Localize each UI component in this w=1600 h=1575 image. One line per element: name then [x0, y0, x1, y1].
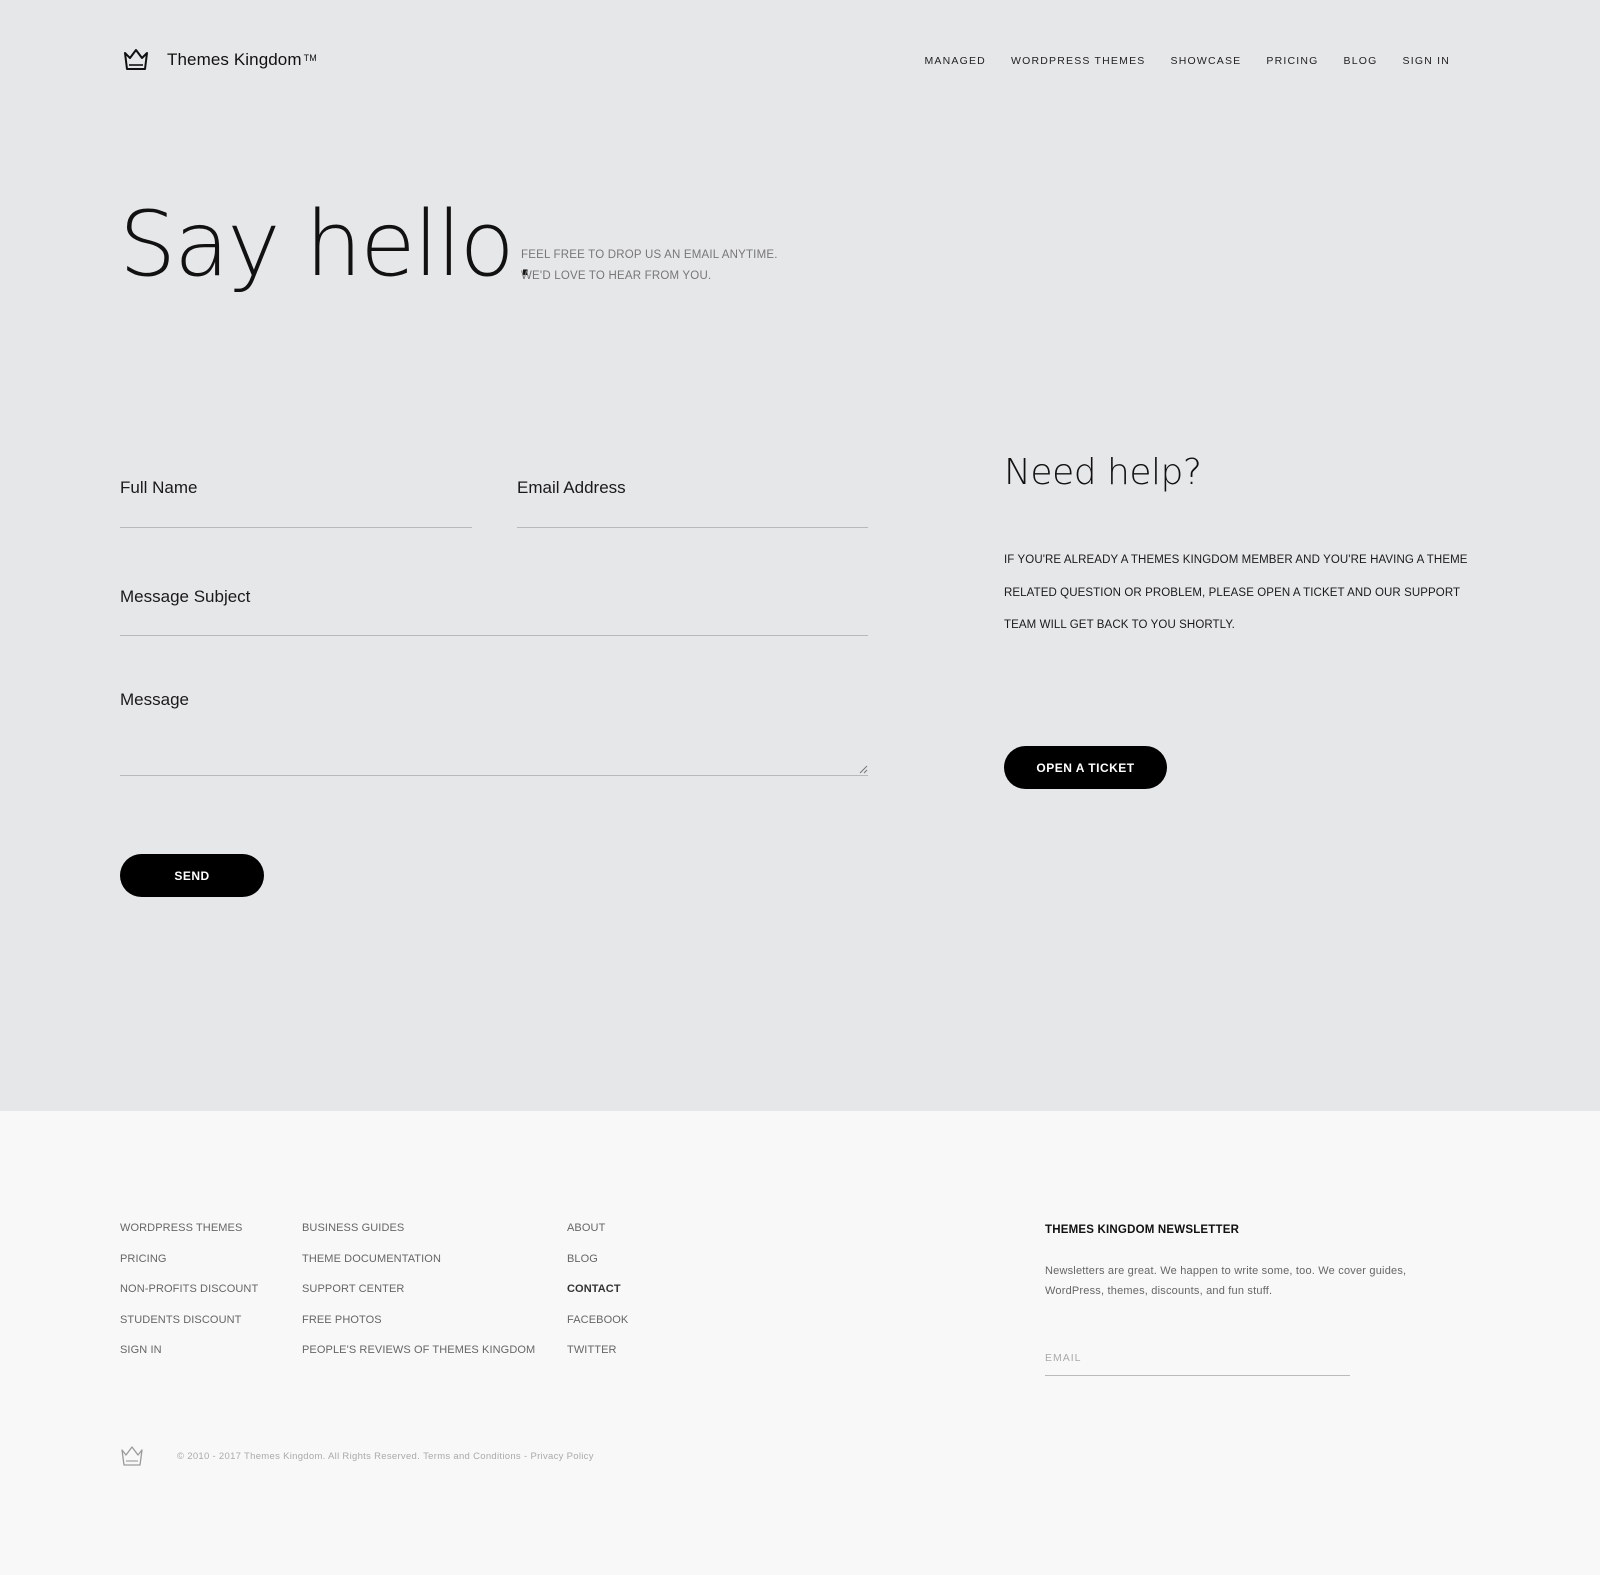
footer-link-about[interactable]: ABOUT — [567, 1222, 628, 1253]
footer-link-free-photos[interactable]: FREE PHOTOS — [302, 1314, 535, 1345]
email-label: Email Address — [517, 478, 626, 497]
newsletter-title: THEMES KINGDOM NEWSLETTER — [1045, 1224, 1240, 1236]
message-label: Message — [120, 690, 189, 709]
nav-managed[interactable]: MANAGED — [924, 55, 986, 67]
subject-label: Message Subject — [120, 587, 251, 606]
subject-field: Message Subject — [120, 587, 868, 636]
email-underline — [517, 527, 868, 528]
full-name-underline — [120, 527, 472, 528]
brand-logo-link[interactable]: Themes Kingdom TM — [120, 44, 317, 76]
footer-link-twitter[interactable]: TWITTER — [567, 1344, 628, 1375]
subject-underline — [120, 635, 868, 636]
copyright-text: © 2010 - 2017 Themes Kingdom. All Rights… — [177, 1451, 421, 1462]
full-name-label: Full Name — [120, 478, 198, 497]
footer-link-students-discount[interactable]: STUDENTS DISCOUNT — [120, 1314, 258, 1345]
intro-line-2: WE'D LOVE TO HEAR FROM YOU. — [521, 270, 712, 282]
footer-link-peoples-reviews[interactable]: PEOPLE'S REVIEWS OF THEMES KINGDOM — [302, 1344, 535, 1375]
newsletter-text: Newsletters are great. We happen to writ… — [1045, 1265, 1407, 1297]
message-textarea[interactable] — [120, 725, 868, 775]
privacy-link[interactable]: Privacy Policy — [530, 1451, 593, 1462]
help-text: IF YOU'RE ALREADY A THEMES KINGDOM MEMBE… — [1004, 554, 1468, 631]
email-input[interactable] — [517, 503, 868, 527]
footer-col-company: ABOUT BLOG CONTACT FACEBOOK TWITTER — [567, 1222, 628, 1375]
trademark-mark: TM — [303, 53, 317, 63]
footer-link-theme-documentation[interactable]: THEME DOCUMENTATION — [302, 1253, 535, 1284]
footer-link-business-guides[interactable]: BUSINESS GUIDES — [302, 1222, 535, 1253]
nav-sign-in[interactable]: SIGN IN — [1403, 55, 1451, 67]
nav-blog[interactable]: BLOG — [1344, 55, 1378, 67]
main-nav: MANAGED WORDPRESS THEMES SHOWCASE PRICIN… — [924, 55, 1450, 67]
crown-logo-icon — [124, 49, 148, 70]
footer-link-contact[interactable]: CONTACT — [567, 1283, 628, 1314]
footer-link-blog[interactable]: BLOG — [567, 1253, 628, 1284]
newsletter-email-input[interactable] — [1045, 1340, 1350, 1376]
nav-pricing[interactable]: PRICING — [1266, 55, 1318, 67]
footer-col-products: WORDPRESS THEMES PRICING NON-PROFITS DIS… — [120, 1222, 258, 1375]
link-separator: - — [523, 1451, 528, 1462]
footer-link-non-profits-discount[interactable]: NON-PROFITS DISCOUNT — [120, 1283, 258, 1314]
footer-col-resources: BUSINESS GUIDES THEME DOCUMENTATION SUPP… — [302, 1222, 535, 1375]
crown-footer-icon — [121, 1446, 143, 1466]
message-field: Message — [120, 690, 868, 776]
intro-text: FEEL FREE TO DROP US AN EMAIL ANYTIME. W… — [521, 245, 778, 287]
help-title: Need help? — [1004, 452, 1202, 493]
email-field: Email Address — [517, 478, 868, 528]
nav-wordpress-themes[interactable]: WORDPRESS THEMES — [1011, 55, 1146, 67]
full-name-input[interactable] — [120, 503, 472, 527]
nav-showcase[interactable]: SHOWCASE — [1171, 55, 1242, 67]
subject-input[interactable] — [120, 611, 868, 635]
footer-link-sign-in[interactable]: SIGN IN — [120, 1344, 258, 1375]
footer-link-support-center[interactable]: SUPPORT CENTER — [302, 1283, 535, 1314]
footer-link-pricing[interactable]: PRICING — [120, 1253, 258, 1284]
brand-name: Themes Kingdom TM — [167, 50, 317, 69]
full-name-field: Full Name — [120, 478, 472, 528]
footer-link-wordpress-themes[interactable]: WORDPRESS THEMES — [120, 1222, 258, 1253]
message-underline — [120, 775, 868, 776]
footer-link-facebook[interactable]: FACEBOOK — [567, 1314, 628, 1345]
terms-link[interactable]: Terms and Conditions — [423, 1451, 521, 1462]
intro-line-1: FEEL FREE TO DROP US AN EMAIL ANYTIME. — [521, 249, 778, 261]
page-title: Say hello. — [119, 192, 540, 297]
open-ticket-button[interactable]: OPEN A TICKET — [1004, 746, 1167, 789]
resize-grip-icon[interactable] — [859, 765, 868, 774]
copyright-bar: © 2010 - 2017 Themes Kingdom. All Rights… — [177, 1451, 594, 1462]
send-button[interactable]: SEND — [120, 854, 264, 897]
